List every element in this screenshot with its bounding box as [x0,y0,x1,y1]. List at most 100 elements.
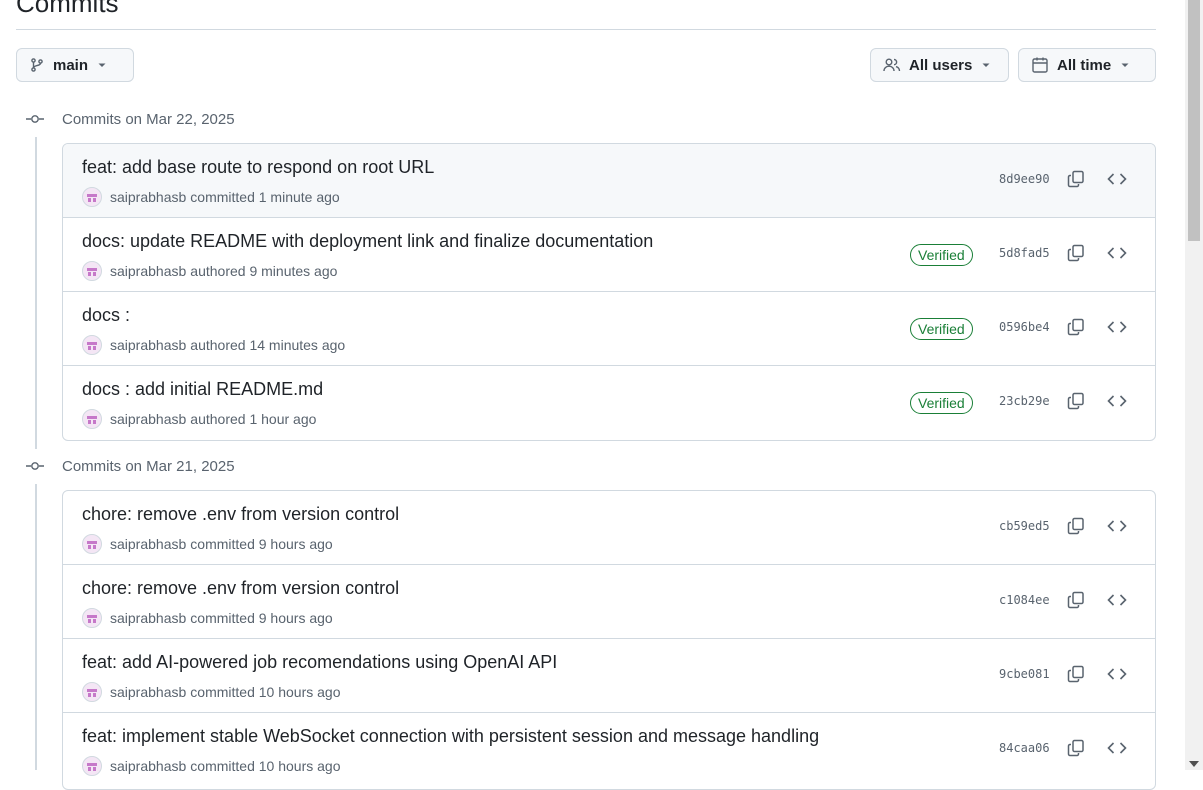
copy-sha-button[interactable] [1064,391,1088,415]
commit-row: chore: remove .env from version control … [63,565,1155,639]
commit-action: committed [190,610,255,626]
commit-message-link[interactable]: docs : [82,305,130,326]
commit-sha-link[interactable]: 23cb29e [999,394,1050,408]
copy-icon [1067,739,1085,762]
avatar[interactable] [82,409,102,429]
commit-row: feat: implement stable WebSocket connect… [63,713,1155,787]
commit-group-title: Commits on Mar 22, 2025 [62,110,235,128]
copy-icon [1067,392,1085,415]
commit-sha-link[interactable]: 5d8fad5 [999,246,1050,260]
title-divider [16,29,1156,30]
author-link[interactable]: saiprabhasb [110,610,186,626]
commit-sha-link[interactable]: 0596be4 [999,320,1050,334]
author-link[interactable]: saiprabhasb [110,263,186,279]
scrollbar-thumb[interactable] [1188,0,1200,241]
commit-time: 9 hours ago [258,536,333,552]
timeline-line [35,137,37,449]
commit-group-header: Commits on Mar 22, 2025 [24,109,235,129]
browse-code-button[interactable] [1105,169,1129,193]
verified-badge[interactable]: Verified [910,392,973,414]
author-link[interactable]: saiprabhasb [110,411,186,427]
vertical-scrollbar[interactable] [1185,0,1203,770]
commit-sha-link[interactable]: c1084ee [999,593,1050,607]
author-link[interactable]: saiprabhasb [110,189,186,205]
commit-time: 10 hours ago [258,758,341,774]
commit-row: chore: remove .env from version control … [63,491,1155,565]
users-filter-label: All users [909,56,973,74]
copy-sha-button[interactable] [1064,590,1088,614]
copy-icon [1067,591,1085,614]
avatar[interactable] [82,187,102,207]
avatar[interactable] [82,756,102,776]
git-commit-icon [24,113,46,125]
copy-sha-button[interactable] [1064,738,1088,762]
commit-message-link[interactable]: feat: implement stable WebSocket connect… [82,726,819,747]
commit-list: chore: remove .env from version control … [62,490,1156,790]
git-branch-icon [29,57,45,73]
commit-action: committed [190,189,255,205]
triangle-down-icon [96,59,108,71]
commit-sha-link[interactable]: cb59ed5 [999,519,1050,533]
copy-icon [1067,318,1085,341]
time-filter-button[interactable]: All time [1018,48,1156,82]
browse-code-button[interactable] [1105,664,1129,688]
commit-action: committed [190,758,255,774]
avatar[interactable] [82,335,102,355]
browse-code-button[interactable] [1105,590,1129,614]
commit-time: 1 hour ago [249,411,317,427]
commit-meta: saiprabhasb committed 10 hours ago [82,682,340,702]
copy-icon [1067,517,1085,540]
commit-message-link[interactable]: docs : add initial README.md [82,379,323,400]
browse-code-button[interactable] [1105,243,1129,267]
commit-list: feat: add base route to respond on root … [62,143,1156,441]
code-icon [1107,245,1127,266]
commit-sha-link[interactable]: 9cbe081 [999,667,1050,681]
commit-sha-link[interactable]: 8d9ee90 [999,172,1050,186]
commit-sha-link[interactable]: 84caa06 [999,741,1050,755]
commit-meta: saiprabhasb committed 9 hours ago [82,534,333,554]
verified-badge[interactable]: Verified [910,318,973,340]
timeline-line [35,484,37,770]
browse-code-button[interactable] [1105,738,1129,762]
commit-message-link[interactable]: chore: remove .env from version control [82,578,399,599]
commit-time: 9 hours ago [258,610,333,626]
triangle-down-icon [980,59,992,71]
commit-group-title: Commits on Mar 21, 2025 [62,457,235,475]
avatar[interactable] [82,261,102,281]
author-link[interactable]: saiprabhasb [110,337,186,353]
commit-time: 10 hours ago [258,684,341,700]
copy-sha-button[interactable] [1064,169,1088,193]
code-icon [1107,518,1127,539]
triangle-down-icon [1119,59,1131,71]
verified-badge[interactable]: Verified [910,244,973,266]
users-filter-button[interactable]: All users [870,48,1009,82]
avatar[interactable] [82,534,102,554]
copy-icon [1067,244,1085,267]
copy-sha-button[interactable] [1064,317,1088,341]
commit-message-link[interactable]: docs: update README with deployment link… [82,231,653,252]
author-link[interactable]: saiprabhasb [110,684,186,700]
commit-time: 1 minute ago [258,189,340,205]
commit-row: docs : add initial README.md saiprabhasb… [63,366,1155,440]
browse-code-button[interactable] [1105,317,1129,341]
commit-group-header: Commits on Mar 21, 2025 [24,456,235,476]
avatar[interactable] [82,608,102,628]
author-link[interactable]: saiprabhasb [110,536,186,552]
copy-sha-button[interactable] [1064,664,1088,688]
copy-sha-button[interactable] [1064,243,1088,267]
page-title: Commits [16,0,119,18]
commit-message-link[interactable]: chore: remove .env from version control [82,504,399,525]
commit-message-link[interactable]: feat: add base route to respond on root … [82,157,434,178]
branch-selector-button[interactable]: main [16,48,134,82]
code-icon [1107,740,1127,761]
commit-action: committed [190,684,255,700]
scroll-down-arrow-icon[interactable] [1189,761,1199,767]
copy-sha-button[interactable] [1064,516,1088,540]
avatar[interactable] [82,682,102,702]
commit-message-link[interactable]: feat: add AI-powered job recomendations … [82,652,557,673]
commit-time: 9 minutes ago [249,263,338,279]
commit-row: docs : saiprabhasb authored 14 minutes a… [63,292,1155,366]
browse-code-button[interactable] [1105,391,1129,415]
author-link[interactable]: saiprabhasb [110,758,186,774]
browse-code-button[interactable] [1105,516,1129,540]
